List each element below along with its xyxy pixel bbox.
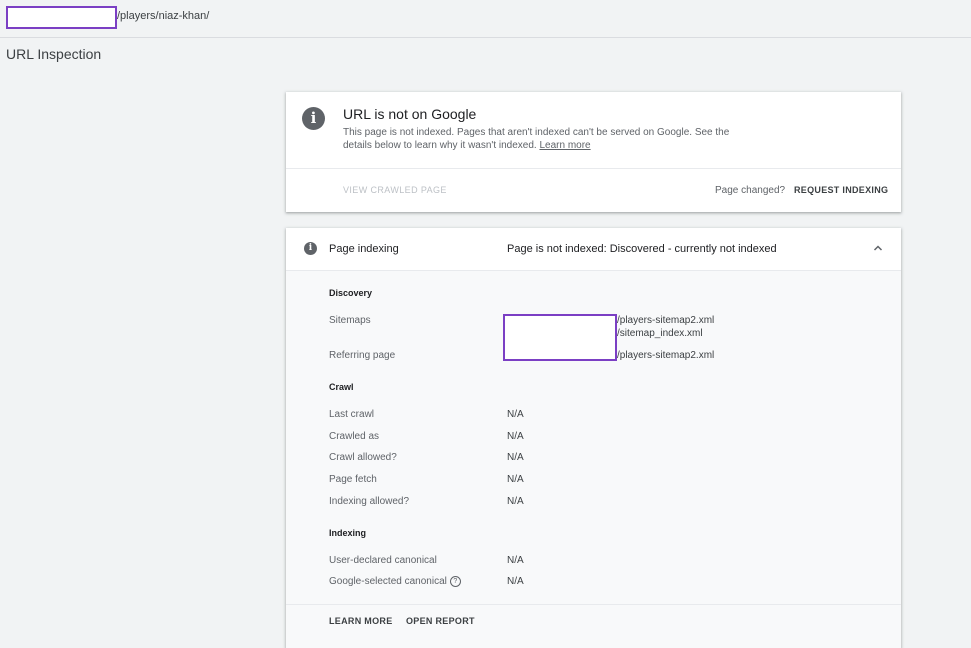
open-report-button[interactable]: OPEN REPORT	[406, 616, 475, 626]
divider	[286, 604, 901, 605]
last-crawl-label: Last crawl	[329, 409, 375, 420]
redacted-domain	[503, 314, 617, 361]
info-icon: i	[304, 242, 317, 255]
user-canonical-label: User-declared canonical	[329, 555, 437, 566]
crawl-heading: Crawl	[329, 382, 354, 392]
url-status-card: i URL is not on Google This page is not …	[286, 92, 901, 212]
url-path: /players/niaz-khan/	[117, 10, 210, 22]
sitemap-value: /players-sitemap2.xml	[617, 315, 715, 326]
divider	[286, 168, 901, 169]
sitemaps-label: Sitemaps	[329, 315, 371, 326]
sitemap-value: /sitemap_index.xml	[617, 328, 703, 339]
page-changed-label: Page changed?	[715, 185, 786, 196]
page-fetch-value: N/A	[507, 474, 524, 485]
page-indexing-details: Discovery Sitemaps /players-sitemap2.xml…	[286, 271, 901, 648]
request-indexing-button[interactable]: REQUEST INDEXING	[794, 185, 888, 195]
referring-page-label: Referring page	[329, 350, 396, 361]
status-description-text: This page is not indexed. Pages that are…	[343, 127, 730, 151]
google-canonical-label-text: Google-selected canonical	[329, 576, 447, 588]
user-canonical-value: N/A	[507, 555, 524, 566]
chevron-up-icon[interactable]	[871, 241, 885, 255]
indexing-heading: Indexing	[329, 528, 367, 538]
google-canonical-value: N/A	[507, 576, 524, 587]
indexing-allowed-value: N/A	[507, 496, 524, 507]
status-title: URL is not on Google	[343, 106, 477, 122]
last-crawl-value: N/A	[507, 409, 524, 420]
url-bar: /players/niaz-khan/	[0, 0, 971, 38]
page-indexing-status: Page is not indexed: Discovered - curren…	[507, 243, 777, 255]
page-indexing-header[interactable]: i Page indexing Page is not indexed: Dis…	[286, 228, 901, 271]
view-crawled-page-button[interactable]: VIEW CRAWLED PAGE	[343, 185, 447, 195]
redacted-domain	[6, 6, 117, 29]
indexing-allowed-label: Indexing allowed?	[329, 496, 410, 507]
referring-page-value: /players-sitemap2.xml	[617, 350, 715, 361]
google-canonical-label: Google-selected canonical?	[329, 576, 461, 587]
page-title: URL Inspection	[6, 46, 102, 62]
crawled-as-value: N/A	[507, 431, 524, 442]
page-fetch-label: Page fetch	[329, 474, 377, 485]
info-icon: i	[302, 107, 325, 130]
discovery-heading: Discovery	[329, 288, 373, 298]
status-description: This page is not indexed. Pages that are…	[343, 126, 743, 152]
learn-more-button[interactable]: LEARN MORE	[329, 616, 393, 626]
page-indexing-card: i Page indexing Page is not indexed: Dis…	[286, 228, 901, 648]
learn-more-link[interactable]: Learn more	[539, 140, 590, 151]
crawl-allowed-value: N/A	[507, 452, 524, 463]
crawled-as-label: Crawled as	[329, 431, 380, 442]
page-indexing-title: Page indexing	[329, 243, 399, 255]
crawl-allowed-label: Crawl allowed?	[329, 452, 397, 463]
help-icon[interactable]: ?	[449, 576, 461, 587]
